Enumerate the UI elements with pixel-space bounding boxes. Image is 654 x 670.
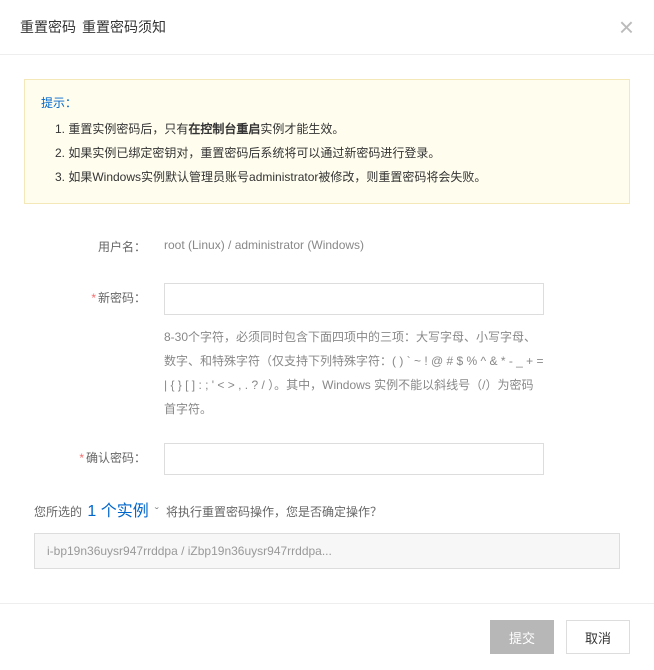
instance-id-box: i-bp19n36uysr947rrddpa / iZbp19n36uysr94… xyxy=(34,533,620,569)
new-password-input[interactable] xyxy=(164,283,544,315)
confirm-password-input[interactable] xyxy=(164,443,544,475)
reset-password-modal: 重置密码 重置密码须知 × 提示： 1. 重置实例密码后，只有在控制台重启实例才… xyxy=(0,0,654,670)
notice-list: 1. 重置实例密码后，只有在控制台重启实例才能生效。 2. 如果实例已绑定密钥对… xyxy=(41,117,613,189)
modal-title-sub: 重置密码须知 xyxy=(82,17,166,37)
notice-title: 提示： xyxy=(41,94,613,111)
notice-box: 提示： 1. 重置实例密码后，只有在控制台重启实例才能生效。 2. 如果实例已绑… xyxy=(24,79,630,204)
chevron-up-icon[interactable]: ˇ xyxy=(155,505,159,519)
notice-item: 2. 如果实例已绑定密钥对，重置密码后系统将可以通过新密码进行登录。 xyxy=(55,141,613,165)
modal-header: 重置密码 重置密码须知 × xyxy=(0,0,654,55)
submit-button[interactable]: 提交 xyxy=(490,620,554,654)
summary-suffix: 将执行重置密码操作，您是否确定操作？ xyxy=(163,505,382,519)
new-password-label: 新密码： xyxy=(34,283,164,421)
notice-item: 3. 如果Windows实例默认管理员账号administrator被修改，则重… xyxy=(55,165,613,189)
confirm-password-field-wrap xyxy=(164,443,620,475)
close-icon[interactable]: × xyxy=(619,14,634,40)
row-confirm-password: 确认密码： xyxy=(34,443,620,475)
row-username: 用户名： root (Linux) / administrator (Windo… xyxy=(34,232,620,255)
notice-item: 1. 重置实例密码后，只有在控制台重启实例才能生效。 xyxy=(55,117,613,141)
new-password-hint: 8-30个字符，必须同时包含下面四项中的三项：大写字母、小写字母、数字、和特殊字… xyxy=(164,325,544,421)
instance-count-link[interactable]: 1 个实例 xyxy=(87,503,148,520)
summary-line: 您所选的 1 个实例 ˇ 将执行重置密码操作，您是否确定操作？ xyxy=(34,497,620,521)
modal-title-main: 重置密码 xyxy=(20,17,76,37)
cancel-button[interactable]: 取消 xyxy=(566,620,630,654)
username-label: 用户名： xyxy=(34,232,164,255)
new-password-field-wrap: 8-30个字符，必须同时包含下面四项中的三项：大写字母、小写字母、数字、和特殊字… xyxy=(164,283,620,421)
confirm-password-label: 确认密码： xyxy=(34,443,164,475)
form: 用户名： root (Linux) / administrator (Windo… xyxy=(24,232,630,475)
username-value: root (Linux) / administrator (Windows) xyxy=(164,232,620,255)
modal-body: 提示： 1. 重置实例密码后，只有在控制台重启实例才能生效。 2. 如果实例已绑… xyxy=(0,55,654,603)
modal-footer: 提交 取消 xyxy=(0,603,654,670)
row-new-password: 新密码： 8-30个字符，必须同时包含下面四项中的三项：大写字母、小写字母、数字… xyxy=(34,283,620,421)
summary: 您所选的 1 个实例 ˇ 将执行重置密码操作，您是否确定操作？ i-bp19n36… xyxy=(24,497,630,583)
summary-prefix: 您所选的 xyxy=(34,505,85,519)
